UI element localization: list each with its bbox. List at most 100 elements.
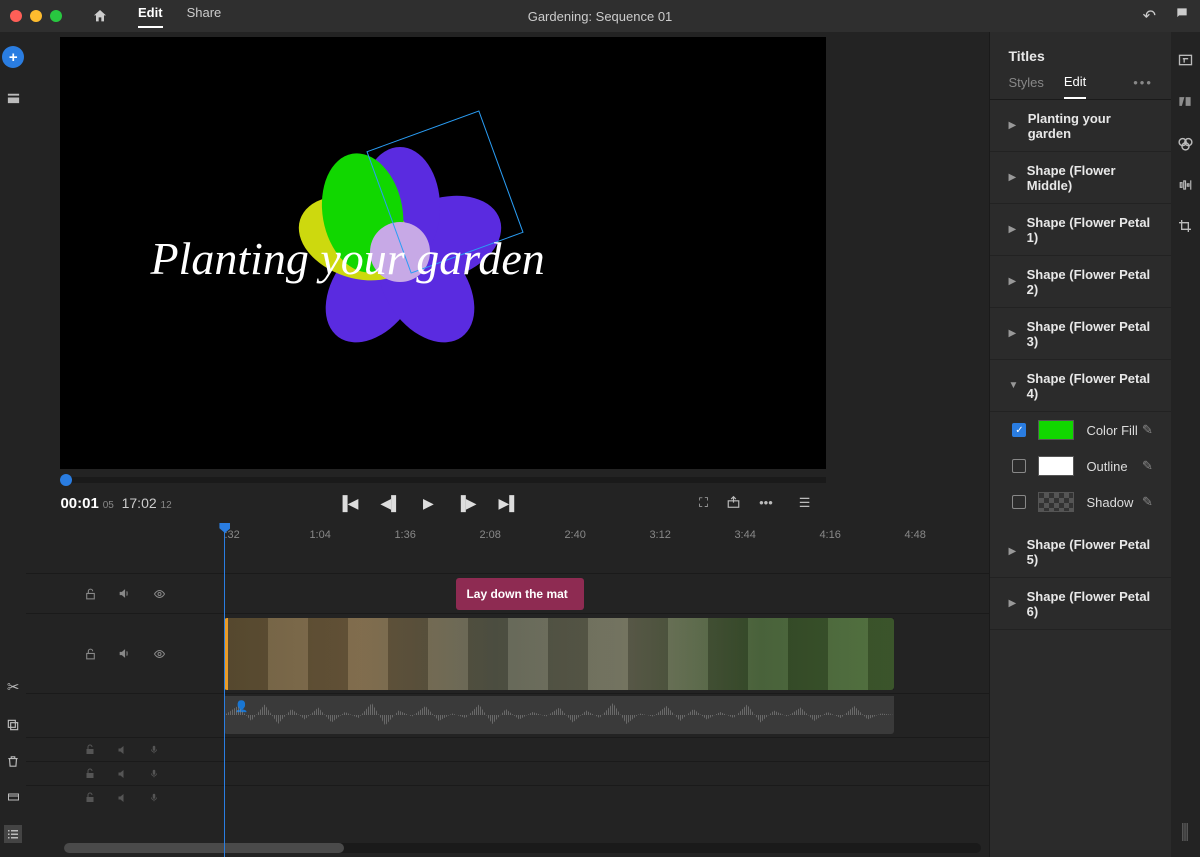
chevron-right-icon: ▶ [1008,598,1026,609]
more-icon[interactable]: ••• [759,495,773,511]
lock-icon[interactable] [84,587,97,601]
project-panel-icon[interactable] [6,90,21,105]
video-clip[interactable] [224,618,894,690]
chevron-down-icon: ▼ [1008,380,1026,391]
panel-title: Titles [990,32,1170,74]
tab-edit[interactable]: Edit [1064,74,1086,99]
audio-track: 👤 [26,693,989,737]
menu-lines-icon[interactable]: ☰ [799,495,811,511]
mute-icon[interactable] [116,744,129,756]
layer-item-shape[interactable]: ▶Shape (Flower Petal 1) [990,204,1170,256]
lock-icon[interactable] [84,791,96,804]
export-frame-icon[interactable] [6,791,21,803]
title-text-overlay[interactable]: Planting your garden [150,232,544,285]
outline-checkbox[interactable] [1012,459,1026,473]
visibility-icon[interactable] [151,588,168,600]
title-clip[interactable]: Lay down the mat [456,578,584,610]
play-icon[interactable]: ▶ [423,495,434,512]
add-button[interactable]: + [2,46,24,68]
timecode-display: 00:01 05 17:02 12 [60,495,171,512]
voiceover-track-1 [26,737,989,761]
eyedropper-icon[interactable]: ✎ [1142,494,1153,510]
lock-icon[interactable] [84,767,96,780]
left-tool-rail: + ✂ [0,32,26,857]
close-window-icon[interactable] [10,10,22,22]
chevron-right-icon: ▶ [1008,546,1026,557]
chevron-right-icon: ▶ [1008,172,1026,183]
prev-clip-icon[interactable]: ▐◀ [338,495,359,512]
time-ruler[interactable]: :32 1:04 1:36 2:08 2:40 3:12 3:44 4:16 4… [26,523,989,547]
video-track [26,613,989,693]
horizontal-scrollbar[interactable] [64,843,981,853]
trash-icon[interactable] [6,754,20,769]
fullscreen-icon[interactable]: ⛶ [699,495,708,511]
maximize-window-icon[interactable] [50,10,62,22]
timeline-options-icon[interactable] [4,825,22,843]
layer-item-shape[interactable]: ▶Shape (Flower Petal 2) [990,256,1170,308]
transitions-icon[interactable] [1177,94,1193,109]
chevron-right-icon: ▶ [1008,276,1026,287]
duplicate-icon[interactable] [6,718,20,732]
voiceover-track-2 [26,761,989,785]
menu-share[interactable]: Share [187,5,222,28]
chevron-right-icon: ▶ [1008,328,1026,339]
next-clip-icon[interactable]: ▶▌ [499,495,520,512]
minimize-window-icon[interactable] [30,10,42,22]
chevron-right-icon: ▶ [1008,224,1026,235]
share-icon[interactable] [726,495,741,511]
property-shadow: Shadow ✎ [990,484,1170,520]
scrollbar-thumb[interactable] [64,843,344,853]
layer-item-shape[interactable]: ▶Shape (Flower Petal 3) [990,308,1170,360]
right-tool-rail [1171,32,1200,857]
tab-styles[interactable]: Styles [1008,75,1043,98]
property-outline: Outline ✎ [990,448,1170,484]
color-fill-checkbox[interactable] [1012,423,1026,437]
panel-menu-icon[interactable]: ••• [1133,75,1153,98]
audio-icon[interactable] [1177,178,1194,192]
window-controls [10,10,62,22]
mic-icon[interactable] [149,767,159,780]
mic-icon[interactable] [149,743,159,756]
timeline-playhead[interactable] [224,523,225,857]
voiceover-track-3 [26,785,989,809]
comment-icon[interactable] [1174,6,1190,26]
shadow-checkbox[interactable] [1012,495,1026,509]
menu-edit[interactable]: Edit [138,5,163,28]
mute-icon[interactable] [116,768,129,780]
eyedropper-icon[interactable]: ✎ [1142,422,1153,438]
timeline: :32 1:04 1:36 2:08 2:40 3:12 3:44 4:16 4… [26,523,989,857]
outline-swatch[interactable] [1038,456,1074,476]
visibility-icon[interactable] [151,648,168,660]
shadow-swatch[interactable] [1038,492,1074,512]
lock-icon[interactable] [84,743,96,756]
color-fill-swatch[interactable] [1038,420,1074,440]
layer-item-shape[interactable]: ▶Shape (Flower Petal 5) [990,526,1170,578]
person-icon: 👤 [234,700,248,714]
color-icon[interactable] [1177,135,1194,152]
step-back-icon[interactable]: ◀▌ [380,495,401,512]
layer-item-shape[interactable]: ▶Shape (Flower Petal 6) [990,578,1170,630]
mute-icon[interactable] [117,587,131,600]
preview-monitor[interactable]: Planting your garden [60,37,826,469]
layer-item-shape[interactable]: ▶Shape (Flower Middle) [990,152,1170,204]
home-icon[interactable] [92,8,108,24]
mute-icon[interactable] [116,792,129,804]
eyedropper-icon[interactable]: ✎ [1142,458,1153,474]
property-color-fill: Color Fill ✎ [990,412,1170,448]
layer-item-shape-expanded[interactable]: ▼Shape (Flower Petal 4) [990,360,1170,412]
audio-waveform[interactable]: 👤 [224,696,894,734]
crop-icon[interactable] [1177,218,1193,234]
step-forward-icon[interactable]: ▐▶ [456,495,477,512]
undo-icon[interactable]: ↶ [1143,6,1156,26]
lock-icon[interactable] [84,647,97,661]
layer-item-text[interactable]: ▶Planting your garden [990,100,1170,152]
scissors-icon[interactable]: ✂ [7,678,20,696]
titles-tool-icon[interactable] [1177,52,1194,68]
adjust-icon[interactable] [1182,821,1188,843]
top-menu: Edit Share [138,5,221,28]
mute-icon[interactable] [117,647,131,660]
titles-panel: Titles Styles Edit ••• ▶Planting your ga… [989,32,1170,857]
document-title: Gardening: Sequence 01 [528,9,673,24]
mic-icon[interactable] [149,791,159,804]
titlebar: Edit Share Gardening: Sequence 01 ↶ [0,0,1200,32]
